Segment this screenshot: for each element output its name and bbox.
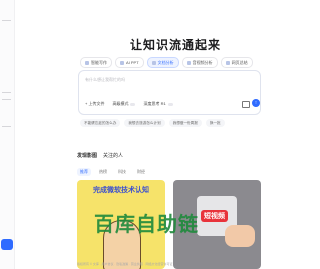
tab-ai-ppt[interactable]: AI PPT — [115, 57, 144, 68]
feed-tabs: 发现影图 关注的人 — [77, 152, 123, 159]
footer-text: 版权所有 © 文库 · 用户协议 · 隐私政策 · 营业执照 · 网络文化经营许… — [77, 262, 173, 266]
toggle-switch[interactable] — [130, 102, 136, 106]
prompt-placeholder: 有什么想让我帮忙的吗 — [85, 77, 125, 82]
sidebar — [0, 0, 15, 269]
watermark: 百库自助链 — [94, 214, 199, 236]
video-icon — [186, 60, 191, 65]
suggestion-chip[interactable]: 我想去旅游怎么计划 — [124, 119, 165, 127]
page-title: 让知识流通起来 — [130, 38, 222, 52]
card-headline: 完成微软技术认知 — [93, 187, 149, 194]
deep-think-toggle[interactable]: 深度思考 R1 — [143, 101, 173, 107]
category-recommend[interactable]: 推荐 — [77, 168, 91, 176]
tab-av-analysis[interactable]: 音视频分析 — [181, 57, 218, 68]
tab-web-summary[interactable]: 网页总结 — [220, 57, 253, 68]
tab-following[interactable]: 关注的人 — [103, 152, 123, 159]
toggle-switch[interactable] — [167, 102, 173, 106]
category-tech[interactable]: 科技 — [115, 168, 129, 176]
card-badge: 短视频 — [201, 210, 228, 222]
refresh-suggestions[interactable]: 换一批 — [205, 119, 225, 127]
main-content: 让知识流通起来 智能写作 AI PPT 文档分析 音视频分析 网页总结 有什么想… — [14, 0, 266, 269]
hand-image — [225, 225, 255, 247]
suggestion-chip[interactable]: 不能健忘症的怎么办 — [80, 119, 121, 127]
send-button[interactable]: ↑ — [252, 99, 260, 107]
tab-doc-analysis[interactable]: 文档分析 — [146, 57, 179, 68]
category-hot[interactable]: 热榜 — [96, 168, 110, 176]
sidebar-divider — [2, 126, 11, 127]
folder-icon[interactable] — [242, 101, 250, 108]
prompt-options: + 上传文件 高级模式 深度思考 R1 — [85, 101, 173, 107]
tool-tabs: 智能写作 AI PPT 文档分析 音视频分析 网页总结 — [80, 57, 253, 68]
tab-discover[interactable]: 发现影图 — [77, 152, 97, 159]
pen-icon — [85, 60, 89, 65]
suggestion-chip[interactable]: 我想做一份周报 — [168, 119, 202, 127]
sidebar-divider — [2, 99, 11, 100]
upload-button[interactable]: + 上传文件 — [85, 101, 104, 107]
prompt-input[interactable]: 有什么想让我帮忙的吗 + 上传文件 高级模式 深度思考 R1 ↑ — [78, 70, 261, 115]
mode-select[interactable]: 高级模式 — [112, 101, 136, 107]
category-finance[interactable]: 财经 — [134, 168, 148, 176]
slides-icon — [120, 60, 124, 65]
globe-icon — [225, 60, 230, 65]
suggestion-chips: 不能健忘症的怎么办 我想去旅游怎么计划 我想做一份周报 换一批 — [80, 119, 225, 127]
sidebar-divider — [2, 20, 11, 21]
category-filter: 推荐 热榜 科技 财经 — [77, 168, 148, 176]
sidebar-action-button[interactable] — [1, 239, 13, 250]
sidebar-divider — [2, 92, 11, 93]
document-icon — [151, 60, 156, 65]
tab-writing[interactable]: 智能写作 — [80, 57, 112, 68]
